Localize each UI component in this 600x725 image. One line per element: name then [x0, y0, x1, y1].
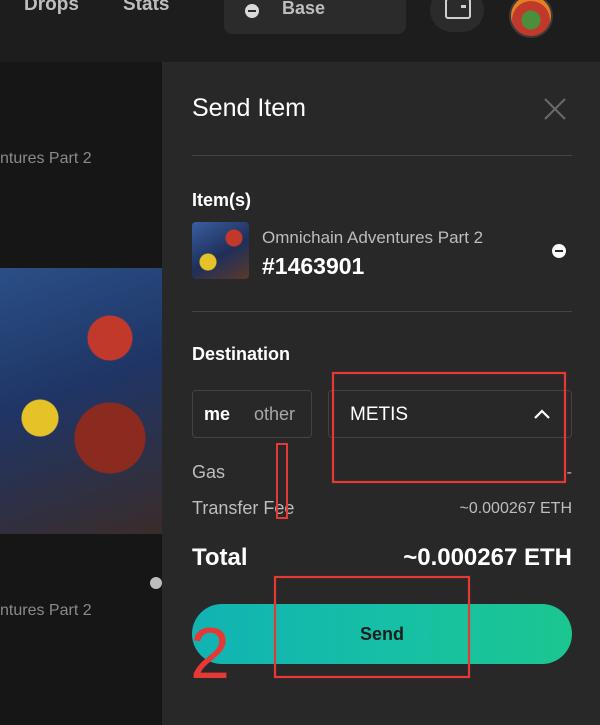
background-card-title: ntures Part 2	[0, 150, 92, 167]
destination-other-option[interactable]: other	[254, 404, 295, 425]
wallet-icon	[445, 0, 471, 19]
dropdown-selected-value: METIS	[350, 404, 409, 425]
base-chain-icon	[245, 4, 259, 18]
transfer-fee-value: ~0.000267 ETH	[459, 500, 572, 517]
chain-selector[interactable]: Base	[224, 0, 406, 34]
item-chain-icon	[552, 244, 566, 258]
wallet-button[interactable]	[430, 0, 484, 32]
background-nft-image[interactable]	[0, 268, 162, 534]
send-button[interactable]: Send	[192, 604, 572, 664]
background-card-title: ntures Part 2	[0, 602, 92, 619]
divider	[192, 311, 572, 312]
chain-icon	[150, 577, 162, 589]
nav-item-drops[interactable]: Drops	[24, 0, 79, 16]
gas-value: -	[566, 464, 572, 481]
top-navigation: Drops Stats Base	[0, 0, 600, 62]
total-label: Total	[192, 544, 248, 571]
destination-toggle: me other	[192, 390, 312, 438]
divider	[192, 155, 572, 156]
profile-avatar[interactable]	[509, 0, 553, 38]
destination-chain-dropdown[interactable]: METIS	[328, 390, 572, 438]
item-token-id: #1463901	[262, 253, 365, 279]
send-item-modal: Send Item Item(s) Omnichain Adventures P…	[162, 62, 600, 725]
background-page: ntures Part 2 ntures Part 2	[0, 62, 162, 725]
modal-title: Send Item	[192, 94, 306, 122]
chevron-up-icon	[534, 409, 550, 419]
destination-heading: Destination	[192, 344, 291, 364]
destination-me-option[interactable]: me	[204, 404, 230, 425]
item-thumbnail	[192, 222, 249, 279]
items-heading: Item(s)	[192, 190, 252, 210]
nav-item-stats[interactable]: Stats	[123, 0, 169, 16]
close-icon[interactable]	[542, 96, 568, 122]
total-value: ~0.000267 ETH	[403, 544, 572, 571]
chain-selector-label: Base	[282, 0, 326, 18]
gas-label: Gas	[192, 462, 226, 482]
item-collection-name: Omnichain Adventures Part 2	[262, 228, 484, 247]
transfer-fee-label: Transfer Fee	[192, 498, 295, 518]
